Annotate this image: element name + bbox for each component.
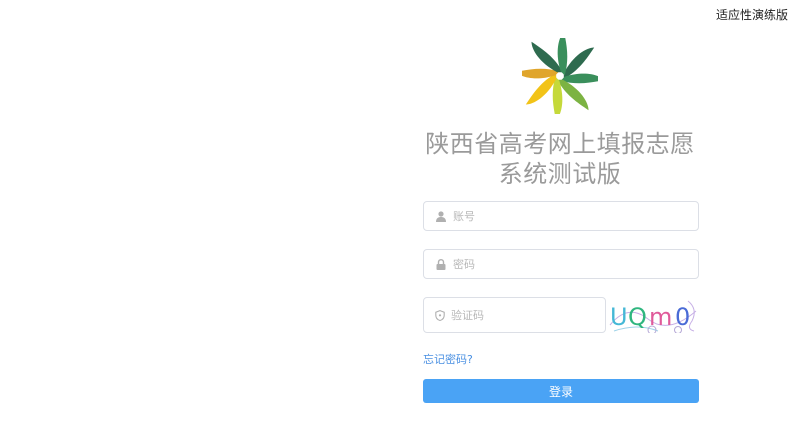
captcha-field[interactable]	[423, 297, 606, 333]
login-button[interactable]: 登录	[423, 379, 699, 403]
pinwheel-logo-icon	[522, 38, 598, 114]
shield-icon	[435, 309, 445, 321]
captcha-char-4: 0	[675, 303, 690, 331]
username-field[interactable]	[423, 201, 699, 231]
captcha-char-3: m	[649, 303, 672, 331]
page-title-line2: 系统测试版	[498, 160, 622, 188]
password-field[interactable]	[423, 249, 699, 279]
lock-icon	[435, 258, 447, 270]
user-icon	[435, 210, 447, 222]
captcha-char-2: Q	[628, 303, 647, 331]
username-input[interactable]	[453, 209, 653, 223]
page-title-line1: 陕西省高考网上填报志愿	[425, 130, 695, 158]
captcha-input[interactable]	[451, 308, 605, 322]
captcha-char-1: U	[610, 303, 628, 331]
forgot-password-link[interactable]: 忘记密码?	[423, 351, 473, 367]
version-label: 适应性演练版	[715, 8, 788, 22]
password-input[interactable]	[453, 257, 653, 271]
login-page: 适应性演练版 陕西省高考网上填报志愿 系统测试版 账号 验证码 U Q m 0 …	[0, 0, 800, 427]
captcha-image[interactable]: U Q m 0	[608, 297, 700, 333]
